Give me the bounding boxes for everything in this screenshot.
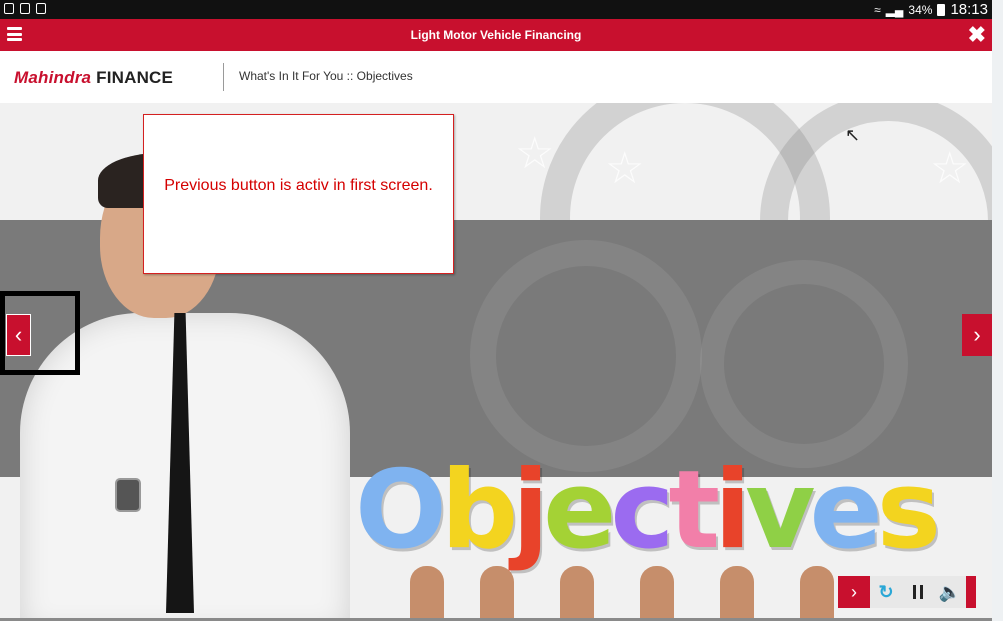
letter: j xyxy=(512,448,549,573)
notification-icons xyxy=(4,3,46,14)
hand xyxy=(720,566,754,618)
replay-button[interactable]: ↻ xyxy=(870,576,902,608)
letter: e xyxy=(809,448,883,573)
annotation-callout: Previous button is activ in first screen… xyxy=(143,114,454,274)
wifi-icon: ≈ xyxy=(874,2,881,17)
letter: b xyxy=(440,448,518,573)
slide-stage: ☆ ☆ ☆ Objectives ‹ › Previous button is … xyxy=(0,103,992,618)
mahindra-finance-logo: Mahindra FINANCE xyxy=(14,68,173,88)
letter: i xyxy=(714,448,751,573)
document-icon xyxy=(36,3,46,14)
watch xyxy=(115,478,141,512)
chevron-right-icon: › xyxy=(973,322,981,347)
mouse-cursor-icon: ↖ xyxy=(845,125,861,145)
breadcrumb: What's In It For You :: Objectives xyxy=(239,69,413,83)
close-icon[interactable]: ✖ xyxy=(968,21,986,49)
star-decoration: ☆ xyxy=(515,129,555,178)
status-bar: ≈ ▂▄ 34% 18:13 xyxy=(0,0,992,19)
letter: s xyxy=(876,448,941,573)
decorative-circle xyxy=(700,260,908,468)
hand xyxy=(410,566,444,618)
next-button[interactable]: › xyxy=(962,314,992,356)
annotation-text: Previous button is activ in first screen… xyxy=(164,177,433,194)
speaker-icon: 🔈 xyxy=(938,581,962,602)
star-decoration: ☆ xyxy=(930,144,970,193)
letter: O xyxy=(355,448,447,573)
hand xyxy=(640,566,674,618)
replay-icon: ↻ xyxy=(878,581,894,602)
logo-brand: Mahindra xyxy=(14,68,92,87)
next-slide-button[interactable]: › xyxy=(838,576,870,608)
clock: 18:13 xyxy=(950,1,988,18)
annotation-highlight-box xyxy=(0,291,80,375)
notification-icon xyxy=(4,3,14,14)
controls-end-cap xyxy=(966,576,976,608)
decorative-circle xyxy=(470,240,702,472)
app-topbar: Light Motor Vehicle Financing ✖ xyxy=(0,19,992,51)
hand xyxy=(560,566,594,618)
pause-button[interactable] xyxy=(902,576,934,608)
gallery-icon xyxy=(20,3,30,14)
star-decoration: ☆ xyxy=(605,144,645,193)
header-divider xyxy=(223,63,224,91)
chevron-right-icon: › xyxy=(851,581,857,602)
logo-suffix: FINANCE xyxy=(96,68,174,87)
course-title: Light Motor Vehicle Financing xyxy=(410,28,582,42)
letter: v xyxy=(745,448,815,573)
signal-icon: ▂▄ xyxy=(885,2,904,17)
letter: c xyxy=(610,448,674,573)
battery-percent: 34% xyxy=(908,2,933,17)
player-controls: › ↻ 🔈 xyxy=(838,576,976,608)
objectives-word-art: Objectives xyxy=(355,448,941,573)
course-header: Mahindra FINANCE What's In It For You ::… xyxy=(0,51,992,103)
screen-edge xyxy=(992,0,1003,621)
hand xyxy=(800,566,834,618)
audio-button[interactable]: 🔈 xyxy=(934,576,966,608)
letter: t xyxy=(668,448,720,573)
hand xyxy=(480,566,514,618)
battery-icon xyxy=(937,3,946,16)
status-right: ≈ ▂▄ 34% 18:13 xyxy=(874,0,988,19)
letter: e xyxy=(543,448,616,573)
